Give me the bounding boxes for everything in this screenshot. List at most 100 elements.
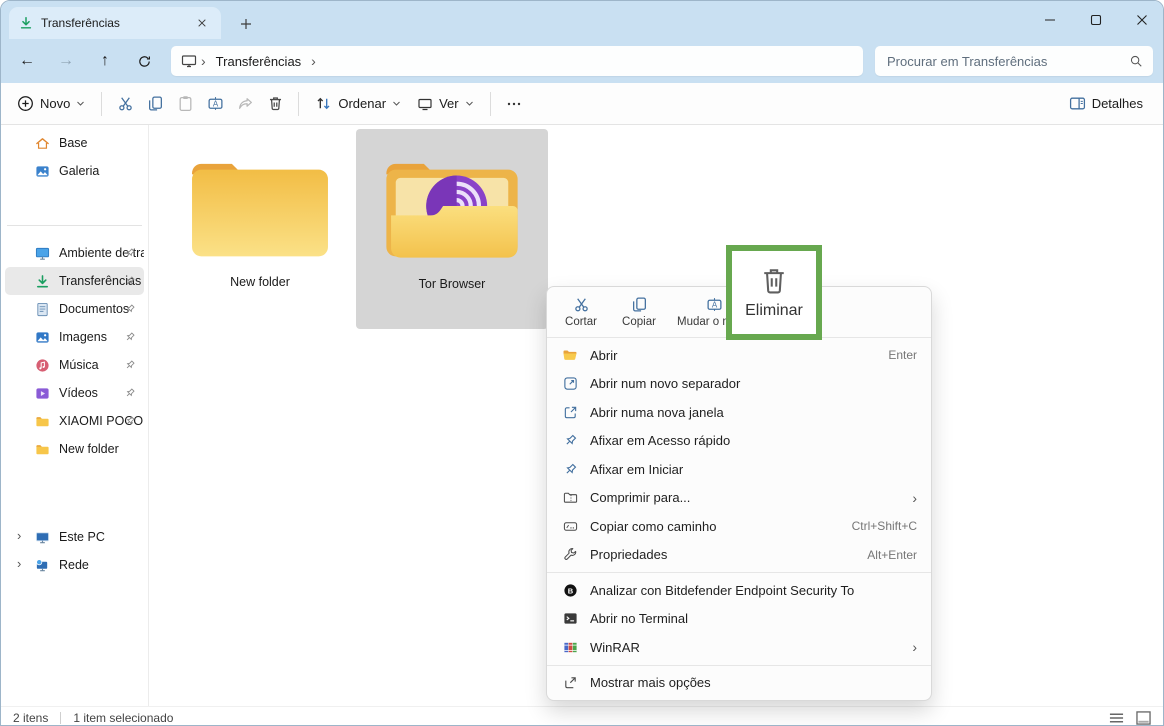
menu-item-comprimir-para[interactable]: Comprimir para... › [547,484,931,513]
menu-item-abrir-nova-janela[interactable]: Abrir numa nova janela [547,398,931,427]
search-box[interactable] [875,46,1153,76]
home-icon [35,136,50,151]
sidebar-item-label: Documentos [59,302,129,316]
sidebar-item-galeria[interactable]: Galeria [5,157,144,185]
menu-item-shortcut: Ctrl+Shift+C [852,519,917,533]
view-button[interactable]: Ver [409,90,482,118]
new-tab-button[interactable] [235,13,257,35]
menu-item-label: Afixar em Iniciar [590,462,917,477]
sidebar-item-imagens[interactable]: Imagens [5,323,144,351]
address-bar[interactable]: › Transferências › [171,46,863,76]
menu-item-mostrar-mais-opcoes[interactable]: Mostrar mais opções [547,669,931,698]
close-button[interactable] [1119,1,1164,39]
gallery-icon [35,164,50,179]
cut-button[interactable] [110,89,140,119]
forward-button[interactable]: → [53,48,79,74]
refresh-button[interactable] [131,48,157,74]
maximize-button[interactable] [1073,1,1119,39]
menu-item-label: Afixar em Acesso rápido [590,433,917,448]
back-button[interactable]: ← [14,48,40,74]
tree-expand-chevron-icon[interactable]: › [17,556,21,571]
command-toolbar: Novo A Ordenar Ver [1,83,1164,125]
thumbnail-view-icon[interactable] [1136,711,1151,725]
menu-item-label: Copiar como caminho [590,519,844,534]
menu-item-shortcut: Enter [888,348,917,362]
pin-icon [124,247,136,259]
menu-separator [547,665,931,666]
cut-menu-button[interactable]: Cortar [561,296,601,328]
pin-icon [124,359,136,371]
pin-icon [124,331,136,343]
pin-icon [124,303,136,315]
menu-item-label: Abrir [590,348,880,363]
sidebar-item-new-folder[interactable]: New folder [5,435,144,463]
sidebar-item-base[interactable]: Base [5,129,144,157]
bitdefender-icon: B [561,583,579,598]
copy-button[interactable] [140,89,170,119]
tree-expand-chevron-icon[interactable]: › [17,528,21,543]
file-tile-tor-browser[interactable]: Tor Browser [356,129,548,329]
delete-button[interactable] [260,89,290,119]
sidebar-item-videos[interactable]: Vídeos [5,379,144,407]
menu-item-propriedades[interactable]: Propriedades Alt+Enter [547,541,931,570]
share-button[interactable] [230,89,260,119]
menu-item-abrir-novo-separador[interactable]: Abrir num novo separador [547,370,931,399]
menu-item-copiar-como-caminho[interactable]: Copiar como caminho Ctrl+Shift+C [547,512,931,541]
menu-item-afixar-acesso-rapido[interactable]: Afixar em Acesso rápido [547,427,931,456]
toolbar-separator [298,92,299,116]
paste-button[interactable] [170,89,200,119]
search-input[interactable] [885,53,1129,70]
search-icon [1129,54,1143,68]
music-icon [35,358,50,373]
breadcrumb-chevron-icon: › [201,53,206,69]
title-bar: Transferências [1,1,1164,39]
sidebar-item-ambiente-de-trabalho[interactable]: Ambiente de tra [5,239,144,267]
sidebar-item-rede[interactable]: › Rede [5,551,144,579]
video-icon [35,386,50,401]
annotation-label: Eliminar [745,302,803,320]
copy-menu-button[interactable]: Copiar [619,296,659,328]
sidebar-item-este-pc[interactable]: › Este PC [5,523,144,551]
file-name: Tor Browser [419,277,486,291]
menu-item-label: Abrir numa nova janela [590,405,917,420]
up-button[interactable]: ↑ [92,48,118,74]
svg-text:A: A [213,99,219,108]
details-pane-button[interactable]: Detalhes [1061,89,1151,118]
more-options-button[interactable] [499,89,529,119]
folder-icon [185,147,335,265]
breadcrumb-segment[interactable]: Transferências [216,54,302,69]
network-icon [35,558,50,573]
this-pc-icon [181,53,197,69]
menu-item-abrir-terminal[interactable]: Abrir no Terminal [547,605,931,634]
sidebar-item-transferencias[interactable]: Transferências [5,267,144,295]
navigation-pane: Base Galeria Ambiente de tra Transferênc… [1,125,149,706]
menu-item-abrir[interactable]: Abrir Enter [547,341,931,370]
terminal-icon [561,611,579,626]
list-view-icon[interactable] [1109,712,1124,724]
toolbar-separator [490,92,491,116]
pin-icon [561,433,579,448]
menu-item-winrar[interactable]: WinRAR › [547,633,931,662]
tab-close-icon[interactable] [193,14,211,32]
sort-button[interactable]: Ordenar [307,89,409,118]
chevron-down-icon [465,99,474,108]
sort-button-label: Ordenar [338,96,386,111]
new-button[interactable]: Novo [9,89,93,118]
item-count: 2 itens [13,711,48,725]
tab-transferencias[interactable]: Transferências [9,7,221,39]
minimize-button[interactable] [1027,1,1073,39]
copy-icon [631,296,648,313]
sidebar-item-documentos[interactable]: Documentos [5,295,144,323]
sidebar-item-xiaomi-poco[interactable]: XIAOMI POCO F [5,407,144,435]
details-pane-label: Detalhes [1092,96,1143,111]
sidebar-item-musica[interactable]: Música [5,351,144,379]
sidebar-item-label: Este PC [59,530,105,544]
breadcrumb-chevron-icon[interactable]: › [311,53,316,69]
menu-item-afixar-iniciar[interactable]: Afixar em Iniciar [547,455,931,484]
annotation-highlight-eliminar[interactable]: Eliminar [726,245,822,340]
file-tile-new-folder[interactable]: New folder [164,131,356,331]
pin-icon [124,415,136,427]
context-menu-items: Abrir Enter Abrir num novo separador Abr… [547,338,931,700]
rename-button[interactable]: A [200,89,230,119]
menu-item-bitdefender[interactable]: B Analizar con Bitdefender Endpoint Secu… [547,576,931,605]
